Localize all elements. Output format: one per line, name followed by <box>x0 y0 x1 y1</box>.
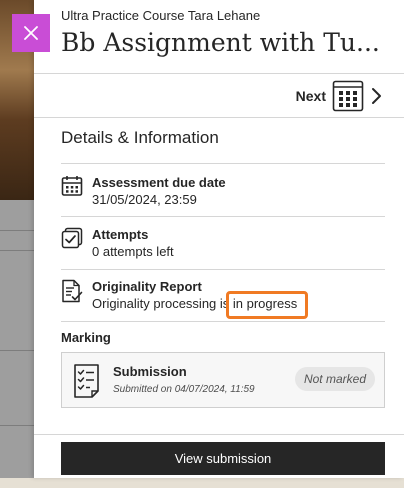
course-name: Ultra Practice Course Tara Lehane <box>61 8 261 23</box>
close-button[interactable] <box>12 14 50 52</box>
nav-divider <box>34 117 404 118</box>
attempts-value: 0 attempts left <box>92 244 174 259</box>
grid-icon <box>332 80 364 112</box>
next-button[interactable]: Next <box>296 80 382 112</box>
submission-title: Submission <box>113 364 187 379</box>
submission-date: Submitted on 04/07/2024, 11:59 <box>113 384 255 395</box>
row-divider <box>61 321 385 322</box>
submission-checklist-icon <box>74 364 99 398</box>
attempts-icon <box>61 227 83 249</box>
row-divider <box>61 269 385 270</box>
highlight-annotation <box>226 291 308 319</box>
due-date-row: Assessment due date 31/05/2024, 23:59 <box>61 175 385 211</box>
section-divider <box>61 163 385 164</box>
view-submission-button[interactable]: View submission <box>61 442 385 475</box>
originality-report-icon <box>62 279 83 303</box>
marking-title: Marking <box>61 330 111 345</box>
background-footer <box>0 478 404 488</box>
calendar-icon <box>61 176 83 196</box>
originality-report-row: Originality Report Originality processin… <box>61 279 385 315</box>
due-date-value: 31/05/2024, 23:59 <box>92 192 197 207</box>
header-divider <box>34 73 404 74</box>
next-label: Next <box>295 88 326 104</box>
background-divider <box>0 250 34 251</box>
background-divider <box>0 350 34 351</box>
close-icon <box>24 26 38 40</box>
due-date-label: Assessment due date <box>92 175 226 190</box>
attempts-row: Attempts 0 attempts left <box>61 227 385 263</box>
originality-report-label: Originality Report <box>92 279 202 294</box>
page-title: Bb Assignment with Tu... <box>61 28 380 57</box>
chevron-right-icon <box>372 88 381 104</box>
section-title: Details & Information <box>61 128 219 147</box>
background-content <box>0 200 34 488</box>
attempts-label: Attempts <box>92 227 149 242</box>
row-divider <box>61 216 385 217</box>
submission-card[interactable]: Submission Submitted on 04/07/2024, 11:5… <box>61 352 385 408</box>
background-divider <box>0 230 34 231</box>
status-badge: Not marked <box>294 367 375 391</box>
footer-divider <box>34 434 404 435</box>
background-divider <box>0 425 34 426</box>
